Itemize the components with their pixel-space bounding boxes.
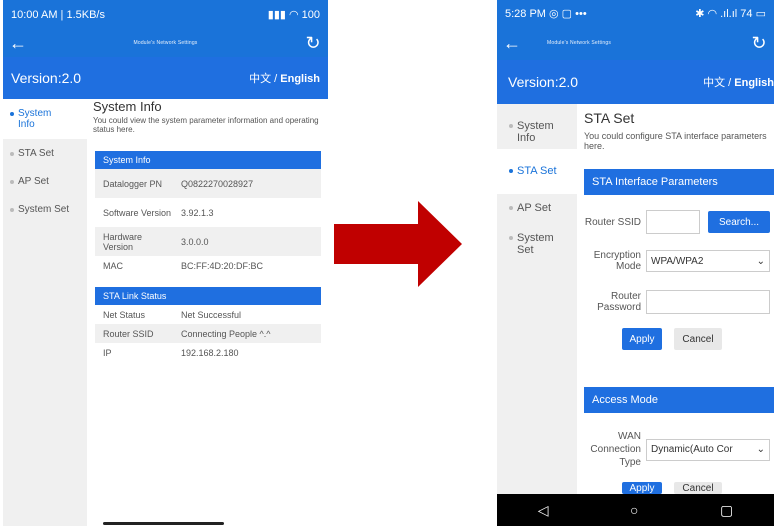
version-bar: Version:2.0 中文 / English (3, 57, 328, 99)
right-phone-screen: 5:28 PM ◎ ▢ ••• ✱ ◠ .ıl.ıl 74 ▭ ← Module… (497, 0, 774, 526)
sidebar-item-system-set[interactable]: System Set (3, 195, 87, 223)
router-ssid-input[interactable] (646, 210, 700, 234)
page-title: STA Set (584, 110, 635, 126)
language-switch: 中文 / English (249, 73, 320, 85)
arrow-left-icon[interactable]: ← (497, 33, 527, 54)
table-row: Hardware Version 3.0.0.0 (95, 227, 321, 256)
arrow-right-icon (334, 201, 462, 287)
sidebar-item-system-info[interactable]: System Info (3, 99, 87, 139)
page-description: You could configure STA interface parame… (584, 131, 767, 151)
access-mode-header: Access Mode (584, 387, 774, 413)
system-navigation-bar: ◁ ○ ▢ (497, 494, 774, 526)
left-phone-screen: 10:00 AM | 1.5KB/s ▮▮▮ ◠ 100 ← Module's … (3, 0, 328, 526)
version-label: Version:2.0 (11, 70, 82, 86)
router-ssid-row: Router SSID Search... (577, 210, 770, 234)
system-info-header: System Info (95, 151, 321, 169)
status-time: 5:28 PM ◎ ▢ ••• (505, 7, 587, 20)
table-row: Router SSID Connecting People ^.^ (95, 324, 321, 343)
page-description: You could view the system parameter info… (93, 116, 319, 134)
version-label: Version:2.0 (508, 74, 579, 90)
status-bar: 5:28 PM ◎ ▢ ••• ✱ ◠ .ıl.ıl 74 ▭ (497, 0, 774, 26)
router-password-label: Router Password (597, 291, 641, 313)
lang-chinese[interactable]: 中文 (249, 73, 271, 85)
recent-apps-icon[interactable]: ▢ (720, 502, 733, 519)
version-bar: Version:2.0 中文 / English (497, 60, 774, 104)
sidebar-item-ap-set[interactable]: AP Set (3, 167, 87, 195)
router-password-row: Router Password (577, 290, 770, 314)
sidebar-item-system-set[interactable]: System Set (497, 224, 577, 264)
refresh-icon[interactable]: ↻ (744, 33, 774, 54)
arrow-left-icon[interactable]: ← (3, 33, 33, 54)
status-time: 10:00 AM | 1.5KB/s (11, 8, 105, 21)
home-nav-icon[interactable]: ○ (630, 502, 638, 518)
language-switch: 中文 / English (703, 77, 774, 89)
app-bar: ← Module's Network Settings ↻ (497, 26, 774, 60)
encryption-mode-label: Encryption Mode (593, 250, 641, 272)
status-bar: 10:00 AM | 1.5KB/s ▮▮▮ ◠ 100 (3, 0, 328, 29)
lang-english[interactable]: English (280, 73, 320, 85)
wan-connection-row: WAN Connection Type Dynamic(Auto Cor ⌄ (577, 430, 770, 469)
table-row: MAC BC:FF:4D:20:DF:BC (95, 256, 321, 276)
status-icons: ✱ ◠ .ıl.ıl 74 ▭ (695, 7, 766, 20)
wan-connection-select[interactable]: Dynamic(Auto Cor ⌄ (646, 438, 770, 461)
apply-button[interactable]: Apply (622, 328, 662, 350)
app-title: Module's Network Settings (547, 40, 612, 46)
sta-link-table: Net Status Net Successful Router SSID Co… (95, 305, 321, 362)
sidebar-item-system-info[interactable]: System Info (497, 104, 577, 149)
sidebar: System Info STA Set AP Set System Set (3, 99, 87, 526)
apply-button[interactable]: Apply (622, 482, 662, 494)
sidebar: System Info STA Set AP Set System Set (497, 104, 577, 494)
lang-chinese[interactable]: 中文 (703, 77, 725, 89)
chevron-down-icon: ⌄ (756, 255, 765, 267)
app-bar: ← Module's Network Settings ↻ (3, 29, 328, 57)
encryption-mode-select[interactable]: WPA/WPA2 ⌄ (646, 250, 770, 272)
sidebar-item-sta-set[interactable]: STA Set (497, 149, 577, 194)
refresh-icon[interactable]: ↻ (298, 33, 328, 54)
status-battery: ▮▮▮ ◠ 100 (267, 9, 320, 21)
table-row: Net Status Net Successful (95, 305, 321, 324)
router-ssid-label: Router SSID (584, 216, 641, 228)
router-password-input[interactable] (646, 290, 770, 314)
gesture-bar (103, 522, 224, 525)
back-nav-icon[interactable]: ◁ (538, 502, 549, 519)
sta-link-status-header: STA Link Status (95, 287, 321, 305)
sta-interface-header: STA Interface Parameters (584, 169, 774, 195)
page-title: System Info (93, 99, 162, 114)
cancel-button[interactable]: Cancel (674, 482, 722, 494)
sidebar-item-ap-set[interactable]: AP Set (497, 194, 577, 224)
table-row: Software Version 3.92.1.3 (95, 198, 321, 227)
wan-connection-label: WAN Connection Type (590, 431, 641, 468)
search-button[interactable]: Search... (708, 211, 770, 233)
main-content: STA Set You could configure STA interfac… (577, 104, 774, 494)
encryption-mode-row: Encryption Mode WPA/WPA2 ⌄ (577, 250, 770, 272)
sidebar-item-sta-set[interactable]: STA Set (3, 139, 87, 167)
app-title: Module's Network Settings (133, 40, 198, 46)
chevron-down-icon: ⌄ (756, 444, 765, 455)
system-info-table: Datalogger PN Q0822270028927 Software Ve… (95, 169, 321, 276)
lang-english[interactable]: English (734, 77, 774, 89)
table-row: IP 192.168.2.180 (95, 343, 321, 362)
cancel-button[interactable]: Cancel (674, 328, 722, 350)
main-content: System Info You could view the system pa… (87, 99, 328, 526)
table-row: Datalogger PN Q0822270028927 (95, 169, 321, 198)
